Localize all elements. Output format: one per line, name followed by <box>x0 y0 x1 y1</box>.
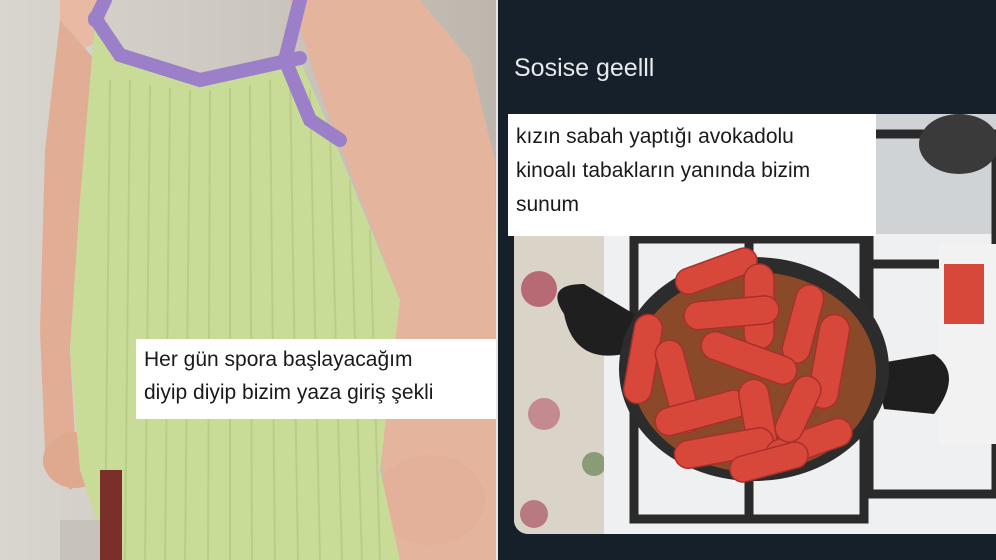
tweet-text: Sosise geelll <box>514 54 655 82</box>
left-caption-text: Her gün spora başlayacağım diyip diyip b… <box>144 348 434 404</box>
right-caption-box: kızın sabah yaptığı avokadolu kinoalı ta… <box>508 114 876 236</box>
toddler-photo-panel: Her gün spora başlayacağım diyip diyip b… <box>0 0 498 560</box>
right-caption-text: kızın sabah yaptığı avokadolu kinoalı ta… <box>516 125 811 216</box>
tweet-panel: Sosise geelll kızın sabah yaptığı avokad… <box>498 0 996 560</box>
toddler-photo <box>40 0 498 560</box>
left-caption-box: Her gün spora başlayacağım diyip diyip b… <box>136 339 498 419</box>
